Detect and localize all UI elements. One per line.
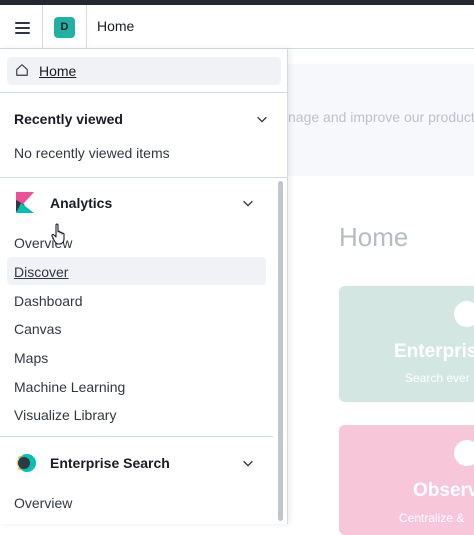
nav-home-label: Home: [39, 63, 77, 79]
card-subtitle: Search ever: [405, 371, 470, 385]
nav-item-machine-learning[interactable]: Machine Learning: [14, 379, 125, 395]
page-title: Home: [339, 222, 409, 252]
nav-item-dashboard[interactable]: Dashboard: [14, 293, 83, 309]
nav-item-discover[interactable]: Discover: [14, 264, 68, 280]
chevron-down-icon[interactable]: [241, 456, 255, 470]
home-icon: [16, 64, 28, 76]
observability-card[interactable]: Observ Centralize &: [339, 425, 474, 535]
header-divider: [42, 5, 43, 49]
divider: [0, 436, 273, 437]
app-header: D Home: [0, 5, 474, 49]
recently-viewed-empty: No recently viewed items: [14, 145, 170, 161]
breadcrumb: Home: [97, 18, 135, 34]
divider: [0, 92, 287, 93]
enterprise-search-title[interactable]: Enterprise Search: [50, 455, 170, 471]
side-nav: Home Recently viewed No recently viewed …: [0, 49, 288, 524]
enterprise-search-logo-icon: [454, 301, 474, 327]
divider: [0, 177, 287, 178]
nav-item-maps[interactable]: Maps: [14, 350, 48, 366]
hero-tagline: nage and improve our products: [288, 109, 474, 125]
chevron-down-icon[interactable]: [255, 112, 269, 126]
hand-cursor-icon: [51, 223, 65, 245]
card-subtitle: Centralize &: [399, 511, 465, 525]
menu-toggle-button[interactable]: [8, 13, 36, 41]
observability-logo-icon: [454, 440, 474, 466]
nav-home-link[interactable]: Home: [7, 57, 281, 85]
header-divider: [86, 5, 87, 49]
nav-item-canvas[interactable]: Canvas: [14, 321, 61, 337]
card-title: Enterprise: [394, 341, 474, 362]
card-title: Observ: [413, 480, 474, 501]
recently-viewed-title[interactable]: Recently viewed: [14, 111, 123, 127]
kibana-logo-icon: [16, 192, 34, 213]
scrollbar[interactable]: [278, 181, 283, 521]
enterprise-search-card[interactable]: Enterprise Search ever: [339, 286, 474, 402]
space-avatar[interactable]: D: [54, 17, 75, 38]
nav-item-overview[interactable]: Overview: [14, 495, 72, 511]
enterprise-search-logo-icon: [17, 454, 36, 472]
chevron-down-icon[interactable]: [241, 196, 255, 210]
nav-item-visualize-library[interactable]: Visualize Library: [14, 407, 116, 423]
analytics-title[interactable]: Analytics: [50, 195, 112, 211]
